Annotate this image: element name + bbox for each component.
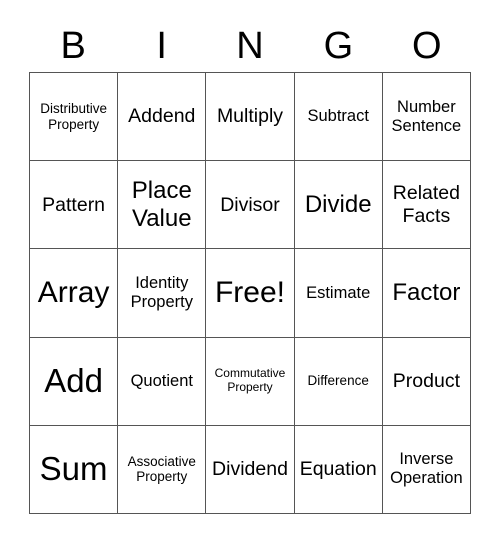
free-space[interactable]: Free! <box>206 249 295 338</box>
bingo-cell[interactable]: Number Sentence <box>382 73 471 162</box>
bingo-cell[interactable]: Related Facts <box>382 161 471 250</box>
bingo-board: Distributive Property Addend Multiply Su… <box>29 72 471 514</box>
bingo-cell[interactable]: Addend <box>118 73 207 162</box>
bingo-cell[interactable]: Equation <box>294 425 383 514</box>
bingo-cell[interactable]: Inverse Operation <box>382 425 471 514</box>
bingo-cell[interactable]: Distributive Property <box>30 73 119 162</box>
bingo-cell[interactable]: Add <box>30 337 119 426</box>
bingo-cell[interactable]: Dividend <box>206 425 295 514</box>
bingo-cell[interactable]: Commutative Property <box>206 337 295 426</box>
bingo-cell[interactable]: Pattern <box>30 161 119 250</box>
bingo-cell[interactable]: Subtract <box>294 73 383 162</box>
header-letter-n: N <box>236 25 264 67</box>
bingo-cell[interactable]: Place Value <box>118 161 207 250</box>
header-letter-o: O <box>412 25 442 67</box>
bingo-cell[interactable]: Quotient <box>118 337 207 426</box>
bingo-cell[interactable]: Identity Property <box>118 249 207 338</box>
bingo-cell[interactable]: Estimate <box>294 249 383 338</box>
bingo-header: B I N G O <box>29 20 471 72</box>
header-letter-b: B <box>60 25 86 67</box>
bingo-cell[interactable]: Sum <box>30 425 119 514</box>
bingo-cell[interactable]: Associative Property <box>118 425 207 514</box>
header-letter-g: G <box>323 25 354 67</box>
bingo-cell[interactable]: Multiply <box>206 73 295 162</box>
bingo-cell[interactable]: Array <box>30 249 119 338</box>
bingo-cell[interactable]: Divide <box>294 161 383 250</box>
bingo-cell[interactable]: Divisor <box>206 161 295 250</box>
bingo-cell[interactable]: Product <box>382 337 471 426</box>
bingo-cell[interactable]: Factor <box>382 249 471 338</box>
header-letter-i: I <box>156 25 167 67</box>
bingo-cell[interactable]: Difference <box>294 337 383 426</box>
